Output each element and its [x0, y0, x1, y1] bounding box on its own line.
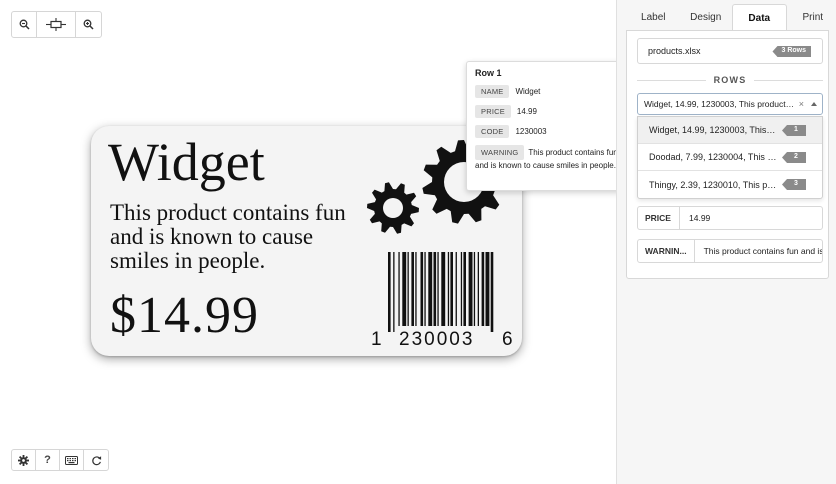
- popup-field-tag: NAME: [475, 85, 510, 98]
- field-name: PRICE: [638, 207, 680, 229]
- settings-button[interactable]: [12, 450, 36, 470]
- popup-field-tag: CODE: [475, 125, 510, 138]
- row-option-text: Widget, 14.99, 1230003, This product con…: [649, 125, 777, 135]
- bottom-toolbar: ?: [11, 449, 109, 471]
- barcode-bar: [437, 252, 439, 326]
- barcode-bar: [441, 252, 446, 326]
- barcode-bar: [402, 252, 407, 326]
- row-select[interactable]: Widget, 14.99, 1230003, This product con…: [637, 93, 823, 115]
- barcode-icon: [388, 252, 494, 332]
- row-number-badge: 2: [782, 152, 806, 163]
- refresh-button[interactable]: [84, 450, 108, 470]
- barcode-bar: [481, 252, 485, 326]
- barcode-digits: 1 230003 6: [371, 329, 516, 351]
- keyboard-shortcuts-button[interactable]: [60, 450, 84, 470]
- data-panel: products.xlsx 3 Rows ROWS Widget, 14.99,…: [626, 30, 829, 279]
- small-gear-shape: [367, 182, 419, 234]
- barcode-bar: [450, 252, 453, 326]
- divider-line: [754, 79, 823, 81]
- popup-field-code: CODE 1230003: [475, 125, 620, 138]
- zoom-in-icon: [83, 19, 94, 30]
- tab-print[interactable]: Print: [787, 4, 836, 31]
- price-field[interactable]: PRICE 14.99: [637, 206, 823, 230]
- barcode-bar: [415, 252, 417, 326]
- zoom-out-button[interactable]: [12, 12, 37, 37]
- zoom-out-icon: [19, 19, 30, 30]
- barcode-bar: [407, 252, 409, 326]
- popup-field-price: PRICE 14.99: [475, 105, 620, 118]
- data-file-picker[interactable]: products.xlsx 3 Rows: [637, 38, 823, 64]
- popup-title: Row 1: [475, 68, 502, 78]
- barcode-bar: [477, 252, 479, 326]
- row-option[interactable]: Doodad, 7.99, 1230004, This product 2: [638, 144, 822, 171]
- barcode-bar: [490, 252, 494, 332]
- barcode-digit-first: 1: [371, 329, 382, 350]
- tab-label[interactable]: Label: [627, 4, 680, 31]
- popup-field-value: 14.99: [516, 107, 537, 116]
- fit-to-screen-button[interactable]: [37, 12, 76, 37]
- label-warning-text: This product contains fun and is known t…: [110, 200, 346, 273]
- rows-heading-text: ROWS: [713, 75, 747, 85]
- row-number-badge: 3: [782, 179, 806, 190]
- label-product-name: Widget: [108, 132, 265, 192]
- popup-field-tag: PRICE: [475, 105, 511, 118]
- row-number-badge: 1: [782, 125, 806, 136]
- barcode-digit-last: 6: [502, 329, 513, 350]
- barcode-bar: [424, 252, 426, 326]
- clear-selection-icon[interactable]: ×: [799, 99, 804, 109]
- barcode-bar: [468, 252, 473, 326]
- popup-field-warning: WARNING This product contains fun and is …: [475, 145, 620, 171]
- field-value: 14.99: [689, 213, 711, 223]
- barcode-bar: [428, 252, 433, 326]
- sidebar: Label Design Data Print products.xlsx 3 …: [616, 0, 836, 484]
- zoom-toolbar: [11, 11, 102, 38]
- row-option-text: Thingy, 2.39, 1230010, This product: [649, 179, 777, 190]
- barcode-bar: [398, 252, 400, 326]
- popup-field-tag: WARNING: [475, 145, 525, 160]
- fit-to-screen-icon: [46, 18, 66, 31]
- barcode-bar: [447, 252, 450, 326]
- sidebar-tabs: Label Design Data Print: [627, 4, 836, 31]
- popup-field-value: 1230003: [515, 127, 547, 136]
- warning-field[interactable]: WARNIN... This product contains fun and …: [637, 239, 823, 263]
- row-option[interactable]: Thingy, 2.39, 1230010, This product 3: [638, 171, 822, 198]
- label-canvas[interactable]: Widget This product contains fun and is …: [0, 0, 629, 484]
- barcode-bar: [433, 252, 437, 326]
- data-file-name: products.xlsx: [648, 46, 701, 56]
- row-option-text: Doodad, 7.99, 1230004, This product: [649, 152, 777, 162]
- chevron-up-icon[interactable]: [811, 102, 817, 106]
- barcode-bar: [420, 252, 424, 326]
- label-preview[interactable]: Widget This product contains fun and is …: [91, 126, 522, 356]
- popup-field-name: NAME Widget: [475, 85, 620, 98]
- refresh-icon: [91, 455, 101, 465]
- gear-icon: [18, 454, 29, 466]
- row-preview-popup: Row 1 NAME Widget PRICE 14.99 CODE 12300…: [466, 61, 629, 191]
- row-options-dropdown: Widget, 14.99, 1230003, This product con…: [637, 116, 823, 199]
- help-button[interactable]: ?: [36, 450, 60, 470]
- popup-field-value: Widget: [515, 87, 541, 96]
- barcode-bar: [393, 252, 395, 332]
- row-option[interactable]: Widget, 14.99, 1230003, This product con…: [638, 117, 822, 144]
- barcode-bar: [455, 252, 457, 326]
- barcode-bar: [485, 252, 490, 326]
- rows-count-badge: 3 Rows: [772, 46, 811, 57]
- zoom-in-button[interactable]: [76, 12, 101, 37]
- barcode-bar: [411, 252, 414, 326]
- barcode-bar: [460, 252, 463, 326]
- divider-line: [637, 79, 706, 81]
- rows-heading: ROWS: [637, 73, 823, 87]
- tab-design[interactable]: Design: [680, 4, 733, 31]
- label-price: $14.99: [110, 287, 259, 344]
- barcode-bar: [463, 252, 466, 326]
- row-select-value: Widget, 14.99, 1230003, This product con…: [644, 99, 796, 109]
- tab-data[interactable]: Data: [732, 4, 787, 31]
- barcode-bar: [388, 252, 391, 332]
- keyboard-icon: [65, 455, 78, 465]
- field-name: WARNIN...: [638, 240, 695, 262]
- field-value: This product contains fun and is known t…: [703, 246, 822, 256]
- barcode-digits-middle: 230003: [399, 329, 475, 350]
- barcode-bar: [473, 252, 476, 326]
